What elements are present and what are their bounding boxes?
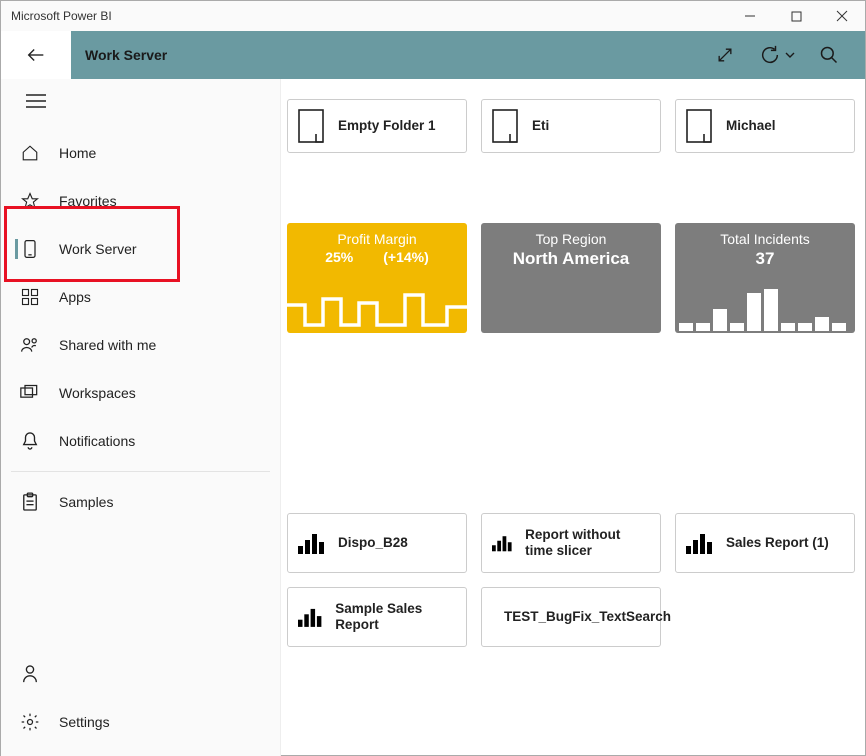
star-icon	[19, 190, 41, 212]
clipboard-icon	[19, 491, 41, 513]
sidebar-item-notifications[interactable]: Notifications	[1, 417, 280, 465]
folder-card[interactable]: Empty Folder 1	[287, 99, 467, 153]
sidebar-item-label: Work Server	[59, 241, 137, 257]
sidebar-item-apps[interactable]: Apps	[1, 273, 280, 321]
sparkline-icon	[287, 285, 467, 333]
kpi-title: Total Incidents	[675, 231, 855, 247]
report-label: Sales Report (1)	[726, 535, 829, 551]
folder-label: Empty Folder 1	[338, 118, 436, 134]
folder-label: Michael	[726, 118, 776, 134]
apps-icon	[19, 286, 41, 308]
bell-icon	[19, 430, 41, 452]
report-icon	[298, 606, 323, 628]
workspaces-icon	[19, 382, 41, 404]
shared-icon	[19, 334, 41, 356]
refresh-button[interactable]	[749, 33, 805, 77]
sidebar-item-account[interactable]	[1, 650, 280, 698]
sidebar-item-label: Home	[59, 145, 96, 161]
gear-icon	[19, 711, 41, 733]
person-icon	[19, 663, 41, 685]
content-area: Empty Folder 1 Eti Michael Profit Margin…	[281, 79, 865, 756]
minimize-button[interactable]	[727, 1, 773, 31]
sidebar-item-label: Shared with me	[59, 337, 156, 353]
window-titlebar: Microsoft Power BI	[1, 1, 865, 31]
fullscreen-icon[interactable]	[703, 33, 747, 77]
home-icon	[19, 142, 41, 164]
report-icon	[686, 532, 714, 554]
sidebar-item-label: Apps	[59, 289, 91, 305]
kpi-value: 37	[675, 249, 855, 269]
kpi-value: North America	[481, 249, 661, 269]
kpi-top-region[interactable]: Top Region North America	[481, 223, 661, 333]
report-card[interactable]: TEST_BugFix_TextSearch	[481, 587, 661, 647]
folder-icon	[298, 109, 324, 143]
report-card[interactable]: Sample Sales Report	[287, 587, 467, 647]
folder-label: Eti	[532, 118, 549, 134]
kpi-delta: (+14%)	[383, 249, 429, 265]
sidebar-item-label: Favorites	[59, 193, 117, 209]
kpi-title: Top Region	[481, 231, 661, 247]
kpi-value: 25%	[325, 249, 353, 265]
window-title: Microsoft Power BI	[11, 9, 727, 23]
close-button[interactable]	[819, 1, 865, 31]
sidebar-item-label: Settings	[59, 714, 110, 730]
page-title: Work Server	[85, 47, 703, 63]
kpi-profit-margin[interactable]: Profit Margin 25% (+14%)	[287, 223, 467, 333]
sidebar-item-label: Workspaces	[59, 385, 136, 401]
report-icon	[298, 532, 326, 554]
sidebar-item-label: Notifications	[59, 433, 135, 449]
hamburger-button[interactable]	[1, 79, 71, 123]
kpi-total-incidents[interactable]: Total Incidents 37	[675, 223, 855, 333]
report-label: TEST_BugFix_TextSearch	[504, 609, 671, 625]
server-icon	[19, 238, 41, 260]
bar-chart-icon	[675, 285, 855, 333]
report-card[interactable]: Dispo_B28	[287, 513, 467, 573]
sidebar-item-label: Samples	[59, 494, 113, 510]
maximize-button[interactable]	[773, 1, 819, 31]
sidebar: Home Favorites Work Server Apps	[1, 79, 281, 756]
search-icon[interactable]	[807, 33, 851, 77]
back-button[interactable]	[1, 31, 71, 79]
report-card[interactable]: Sales Report (1)	[675, 513, 855, 573]
sidebar-item-home[interactable]: Home	[1, 129, 280, 177]
top-bar: Work Server	[1, 31, 865, 79]
sidebar-item-work-server[interactable]: Work Server	[1, 225, 280, 273]
sidebar-item-favorites[interactable]: Favorites	[1, 177, 280, 225]
report-label: Sample Sales Report	[335, 601, 456, 633]
report-label: Report without time slicer	[525, 527, 650, 559]
kpi-title: Profit Margin	[287, 231, 467, 247]
folder-card[interactable]: Michael	[675, 99, 855, 153]
report-icon	[492, 532, 513, 554]
sidebar-item-settings[interactable]: Settings	[1, 698, 280, 746]
report-label: Dispo_B28	[338, 535, 408, 551]
sidebar-item-workspaces[interactable]: Workspaces	[1, 369, 280, 417]
report-card[interactable]: Report without time slicer	[481, 513, 661, 573]
folder-card[interactable]: Eti	[481, 99, 661, 153]
folder-icon	[686, 109, 712, 143]
sidebar-item-shared[interactable]: Shared with me	[1, 321, 280, 369]
sidebar-item-samples[interactable]: Samples	[1, 478, 280, 526]
folder-icon	[492, 109, 518, 143]
